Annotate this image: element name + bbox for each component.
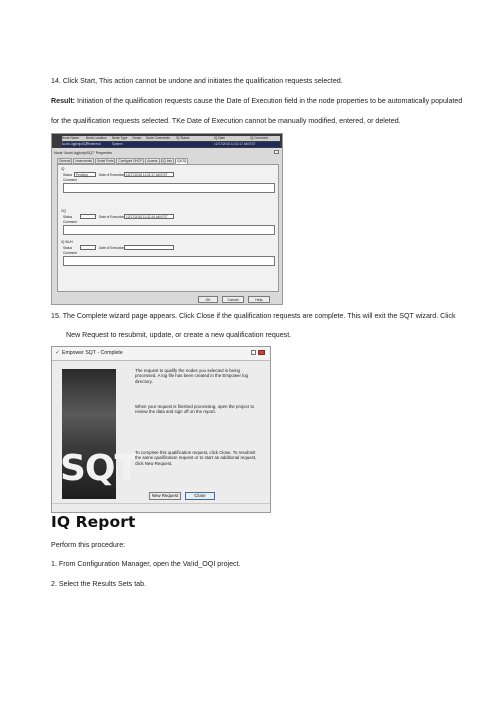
comment-label: Comment bbox=[63, 178, 77, 182]
wizard-titlebar: ✓ Empower SQT - Complete bbox=[52, 347, 270, 361]
grid-cell: 12/17/2015 11:02:17 AM EST bbox=[214, 142, 256, 146]
iq-oq-panel: IQ Status Pending Date of Execution 12/1… bbox=[57, 164, 279, 292]
iq-wuh-comment-field[interactable] bbox=[63, 256, 275, 266]
status-label: Status bbox=[63, 246, 73, 250]
grid-header: Node Type bbox=[112, 136, 128, 140]
grid-header: IQ Status bbox=[176, 136, 190, 140]
ok-button[interactable]: OK bbox=[198, 296, 218, 303]
result-continuation: for the qualification requests selected.… bbox=[51, 117, 401, 125]
status-label: Status bbox=[63, 173, 73, 177]
iq-step-1: 1. From Configuration Manager, open the … bbox=[51, 560, 241, 568]
sqt-logo-panel: SQT bbox=[60, 369, 139, 499]
grid-header: IQ Date bbox=[214, 136, 225, 140]
sqt-logo-text: SQT bbox=[60, 448, 139, 489]
close-icon[interactable] bbox=[274, 150, 279, 154]
grid-cell bbox=[132, 142, 214, 147]
grid-header: Node Name bbox=[62, 136, 80, 140]
result-text: Initiation of the qualification requests… bbox=[75, 97, 463, 105]
oq-comment-field[interactable] bbox=[63, 225, 275, 235]
processing-message: The request to qualify the nodes you sel… bbox=[135, 368, 249, 384]
grid-header: Owner bbox=[132, 136, 142, 140]
date-label: Date of Execution bbox=[99, 215, 125, 219]
iq-wuh-status-select[interactable] bbox=[80, 245, 96, 250]
close-button[interactable]: Close bbox=[185, 492, 215, 500]
sqt-complete-screenshot: ✓ Empower SQT - Complete SQT The request… bbox=[51, 346, 271, 513]
oq-group-label: OQ bbox=[61, 209, 66, 213]
window-title: Node 'Acchi-dgjkmjoSQT' Properties bbox=[54, 151, 113, 155]
grid-selected-row[interactable]: AcchI-dgjkmjoSQT Frederend System 12/17/… bbox=[62, 142, 280, 147]
result-label: Result: bbox=[51, 97, 76, 105]
iq-wuh-date-field[interactable] bbox=[124, 245, 174, 250]
step-14-text: 14. Click Start, This action cannot be u… bbox=[51, 77, 343, 85]
close-icon[interactable] bbox=[258, 350, 265, 355]
iq-group-label: IQ bbox=[61, 167, 65, 171]
iq-wuh-group-label: IQ WUH bbox=[61, 240, 73, 244]
comment-label: Comment bbox=[63, 220, 77, 224]
node-grid: Node Name Node Location Node Type Owner … bbox=[52, 134, 282, 148]
iq-step-2: 2. Select the Results Sets tab. bbox=[51, 580, 147, 588]
maximize-icon[interactable] bbox=[251, 350, 256, 355]
step-15-continuation: New Request to resubmit, update, or crea… bbox=[66, 331, 292, 339]
complete-message: To complete this qualification request, … bbox=[135, 450, 257, 466]
comment-label: Comment bbox=[63, 251, 77, 255]
iq-date-field[interactable]: 12/17/2015 11:02:17 AM EST bbox=[124, 172, 174, 177]
date-label: Date of Execution bbox=[99, 173, 125, 177]
help-button[interactable]: Help bbox=[248, 296, 270, 303]
result-paragraph: Result: Initiation of the qualification … bbox=[51, 97, 462, 106]
date-label: Date of Execution bbox=[99, 246, 125, 250]
grid-header: Node Location bbox=[86, 136, 107, 140]
grid-header-row: Node Name Node Location Node Type Owner … bbox=[62, 136, 280, 141]
iq-comment-field[interactable] bbox=[63, 183, 275, 193]
iq-status-select[interactable]: Pending bbox=[74, 172, 96, 177]
divider bbox=[52, 503, 270, 504]
grid-header: IQ Comment bbox=[250, 136, 269, 140]
grid-header: Node Comments bbox=[146, 136, 170, 140]
wizard-title: Empower SQT - Complete bbox=[62, 350, 123, 356]
section-heading: IQ Report bbox=[51, 513, 136, 531]
check-icon: ✓ bbox=[55, 350, 61, 356]
oq-status-select[interactable] bbox=[80, 214, 96, 219]
oq-date-field[interactable]: 12/17/2015 11:32:34 AM EST bbox=[124, 214, 174, 219]
status-label: Status bbox=[63, 215, 73, 219]
grid-cell: Frederend bbox=[86, 142, 101, 146]
new-request-button[interactable]: New Request bbox=[149, 492, 181, 500]
node-properties-screenshot: Node Name Node Location Node Type Owner … bbox=[51, 133, 283, 305]
step-15-text: 15. The Complete wizard page appears. Cl… bbox=[51, 312, 456, 320]
review-message: When your request is finished processing… bbox=[135, 404, 255, 415]
grid-cell: AcchI-dgjkmjoSQT bbox=[62, 142, 89, 146]
cancel-button[interactable]: Cancel bbox=[222, 296, 244, 303]
grid-cell: System bbox=[112, 142, 123, 146]
procedure-intro: Perform this procedure: bbox=[51, 541, 126, 549]
